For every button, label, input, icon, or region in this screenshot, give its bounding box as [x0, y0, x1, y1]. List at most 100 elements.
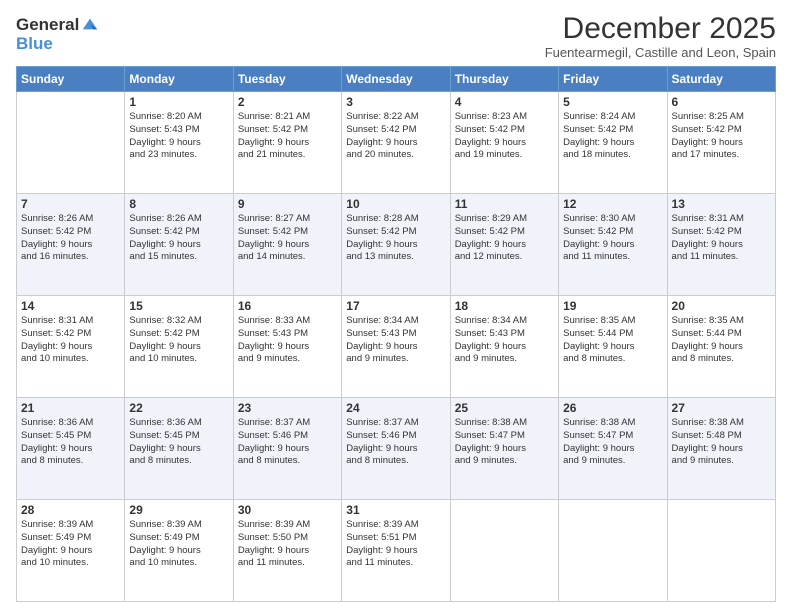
day-info: Sunrise: 8:39 AM Sunset: 5:50 PM Dayligh… [238, 519, 337, 570]
logo-text: General Blue [16, 16, 99, 53]
day-info: Sunrise: 8:20 AM Sunset: 5:43 PM Dayligh… [129, 111, 228, 162]
calendar-cell [450, 500, 558, 602]
day-info: Sunrise: 8:25 AM Sunset: 5:42 PM Dayligh… [672, 111, 771, 162]
calendar-cell: 4 Sunrise: 8:23 AM Sunset: 5:42 PM Daylig… [450, 92, 558, 194]
day-number: 17 [346, 299, 445, 313]
day-info: Sunrise: 8:37 AM Sunset: 5:46 PM Dayligh… [346, 417, 445, 468]
calendar-week-row: 21 Sunrise: 8:36 AM Sunset: 5:45 PM Dayli… [17, 398, 776, 500]
calendar-cell: 16 Sunrise: 8:33 AM Sunset: 5:43 PM Dayli… [233, 296, 341, 398]
calendar-week-row: 28 Sunrise: 8:39 AM Sunset: 5:49 PM Dayli… [17, 500, 776, 602]
day-info: Sunrise: 8:30 AM Sunset: 5:42 PM Dayligh… [563, 213, 662, 264]
day-number: 16 [238, 299, 337, 313]
calendar-cell: 19 Sunrise: 8:35 AM Sunset: 5:44 PM Dayli… [559, 296, 667, 398]
calendar-cell: 13Sunrise: 8:31 AM Sunset: 5:42 PM Dayli… [667, 194, 775, 296]
calendar-cell: 14Sunrise: 8:31 AM Sunset: 5:42 PM Dayli… [17, 296, 125, 398]
day-number: 14 [21, 299, 120, 313]
day-number: 5 [563, 95, 662, 109]
calendar-cell: 17 Sunrise: 8:34 AM Sunset: 5:43 PM Dayli… [342, 296, 450, 398]
day-info: Sunrise: 8:32 AM Sunset: 5:42 PM Dayligh… [129, 315, 228, 366]
calendar-cell: 7 Sunrise: 8:26 AM Sunset: 5:42 PM Daylig… [17, 194, 125, 296]
calendar-cell: 24 Sunrise: 8:37 AM Sunset: 5:46 PM Dayli… [342, 398, 450, 500]
day-number: 28 [21, 503, 120, 517]
day-number: 6 [672, 95, 771, 109]
calendar-week-row: 7 Sunrise: 8:26 AM Sunset: 5:42 PM Daylig… [17, 194, 776, 296]
logo: General Blue [16, 16, 99, 53]
calendar-cell: 11Sunrise: 8:29 AM Sunset: 5:42 PM Dayli… [450, 194, 558, 296]
day-number: 24 [346, 401, 445, 415]
day-info: Sunrise: 8:38 AM Sunset: 5:47 PM Dayligh… [455, 417, 554, 468]
day-info: Sunrise: 8:39 AM Sunset: 5:51 PM Dayligh… [346, 519, 445, 570]
calendar-cell [559, 500, 667, 602]
header: General Blue December 2025 Fuentearmegil… [16, 12, 776, 60]
day-number: 27 [672, 401, 771, 415]
calendar-cell: 18 Sunrise: 8:34 AM Sunset: 5:43 PM Dayli… [450, 296, 558, 398]
calendar-cell: 22 Sunrise: 8:36 AM Sunset: 5:45 PM Dayli… [125, 398, 233, 500]
weekday-header: Sunday [17, 67, 125, 92]
day-info: Sunrise: 8:35 AM Sunset: 5:44 PM Dayligh… [563, 315, 662, 366]
calendar-header-row: SundayMondayTuesdayWednesdayThursdayFrid… [17, 67, 776, 92]
day-info: Sunrise: 8:33 AM Sunset: 5:43 PM Dayligh… [238, 315, 337, 366]
calendar-cell [17, 92, 125, 194]
day-number: 8 [129, 197, 228, 211]
weekday-header: Friday [559, 67, 667, 92]
day-info: Sunrise: 8:26 AM Sunset: 5:42 PM Dayligh… [129, 213, 228, 264]
day-number: 23 [238, 401, 337, 415]
calendar-week-row: 1 Sunrise: 8:20 AM Sunset: 5:43 PM Daylig… [17, 92, 776, 194]
day-info: Sunrise: 8:23 AM Sunset: 5:42 PM Dayligh… [455, 111, 554, 162]
calendar-cell: 10Sunrise: 8:28 AM Sunset: 5:42 PM Dayli… [342, 194, 450, 296]
calendar-cell: 3 Sunrise: 8:22 AM Sunset: 5:42 PM Daylig… [342, 92, 450, 194]
day-number: 29 [129, 503, 228, 517]
calendar-cell: 5Sunrise: 8:24 AM Sunset: 5:42 PM Daylig… [559, 92, 667, 194]
day-info: Sunrise: 8:27 AM Sunset: 5:42 PM Dayligh… [238, 213, 337, 264]
day-number: 25 [455, 401, 554, 415]
day-number: 2 [238, 95, 337, 109]
logo-icon [81, 15, 99, 33]
day-number: 22 [129, 401, 228, 415]
day-info: Sunrise: 8:38 AM Sunset: 5:48 PM Dayligh… [672, 417, 771, 468]
day-number: 19 [563, 299, 662, 313]
day-number: 31 [346, 503, 445, 517]
weekday-header: Wednesday [342, 67, 450, 92]
day-info: Sunrise: 8:26 AM Sunset: 5:42 PM Dayligh… [21, 213, 120, 264]
weekday-header: Tuesday [233, 67, 341, 92]
calendar-cell: 30Sunrise: 8:39 AM Sunset: 5:50 PM Dayli… [233, 500, 341, 602]
title-block: December 2025 Fuentearmegil, Castille an… [545, 12, 776, 60]
calendar-cell: 25 Sunrise: 8:38 AM Sunset: 5:47 PM Dayli… [450, 398, 558, 500]
calendar-cell: 28 Sunrise: 8:39 AM Sunset: 5:49 PM Dayli… [17, 500, 125, 602]
weekday-header: Thursday [450, 67, 558, 92]
day-info: Sunrise: 8:22 AM Sunset: 5:42 PM Dayligh… [346, 111, 445, 162]
calendar-cell: 29 Sunrise: 8:39 AM Sunset: 5:49 PM Dayli… [125, 500, 233, 602]
day-info: Sunrise: 8:39 AM Sunset: 5:49 PM Dayligh… [21, 519, 120, 570]
day-info: Sunrise: 8:34 AM Sunset: 5:43 PM Dayligh… [455, 315, 554, 366]
calendar-cell: 8 Sunrise: 8:26 AM Sunset: 5:42 PM Daylig… [125, 194, 233, 296]
day-number: 18 [455, 299, 554, 313]
calendar-week-row: 14Sunrise: 8:31 AM Sunset: 5:42 PM Dayli… [17, 296, 776, 398]
day-number: 4 [455, 95, 554, 109]
calendar-cell: 12 Sunrise: 8:30 AM Sunset: 5:42 PM Dayli… [559, 194, 667, 296]
day-number: 3 [346, 95, 445, 109]
calendar-cell: 9 Sunrise: 8:27 AM Sunset: 5:42 PM Daylig… [233, 194, 341, 296]
calendar-cell: 26Sunrise: 8:38 AM Sunset: 5:47 PM Dayli… [559, 398, 667, 500]
page: General Blue December 2025 Fuentearmegil… [0, 0, 792, 612]
day-info: Sunrise: 8:29 AM Sunset: 5:42 PM Dayligh… [455, 213, 554, 264]
calendar-cell: 31 Sunrise: 8:39 AM Sunset: 5:51 PM Dayli… [342, 500, 450, 602]
main-title: December 2025 [545, 12, 776, 45]
calendar-cell: 27 Sunrise: 8:38 AM Sunset: 5:48 PM Dayli… [667, 398, 775, 500]
day-info: Sunrise: 8:36 AM Sunset: 5:45 PM Dayligh… [129, 417, 228, 468]
day-number: 26 [563, 401, 662, 415]
day-number: 7 [21, 197, 120, 211]
day-info: Sunrise: 8:28 AM Sunset: 5:42 PM Dayligh… [346, 213, 445, 264]
day-number: 21 [21, 401, 120, 415]
day-info: Sunrise: 8:39 AM Sunset: 5:49 PM Dayligh… [129, 519, 228, 570]
day-number: 1 [129, 95, 228, 109]
day-number: 12 [563, 197, 662, 211]
weekday-header: Saturday [667, 67, 775, 92]
day-number: 9 [238, 197, 337, 211]
day-info: Sunrise: 8:34 AM Sunset: 5:43 PM Dayligh… [346, 315, 445, 366]
calendar-cell: 20Sunrise: 8:35 AM Sunset: 5:44 PM Dayli… [667, 296, 775, 398]
calendar-cell: 21Sunrise: 8:36 AM Sunset: 5:45 PM Dayli… [17, 398, 125, 500]
day-number: 13 [672, 197, 771, 211]
calendar-cell: 6 Sunrise: 8:25 AM Sunset: 5:42 PM Daylig… [667, 92, 775, 194]
calendar-cell: 15Sunrise: 8:32 AM Sunset: 5:42 PM Dayli… [125, 296, 233, 398]
day-info: Sunrise: 8:35 AM Sunset: 5:44 PM Dayligh… [672, 315, 771, 366]
